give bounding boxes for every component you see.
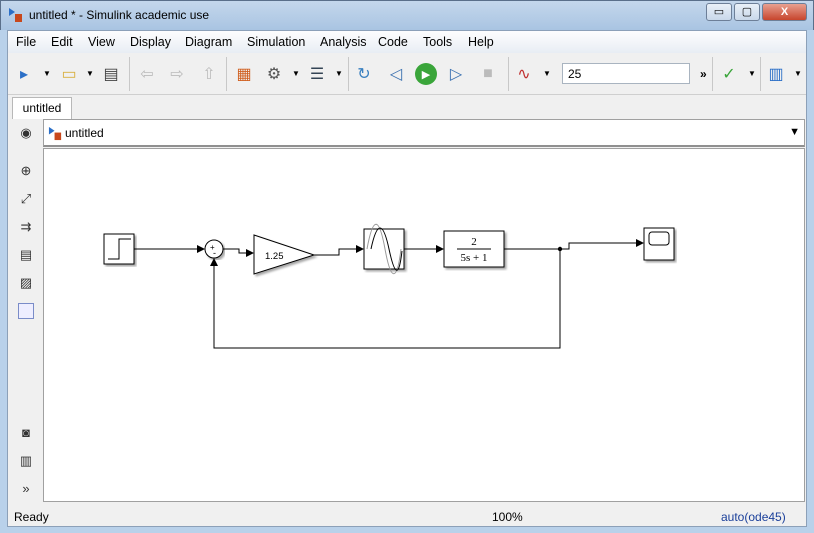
fit-to-view-icon[interactable]: ⤢ (18, 191, 34, 207)
menu-help[interactable]: Help (468, 35, 494, 49)
chevron-down-icon[interactable]: ▼ (86, 69, 94, 78)
back-arrow-icon[interactable]: ⇦ (136, 63, 158, 85)
signal-line (223, 248, 254, 257)
block-diagram: + - 1.25 2 5s + 1 (103, 224, 675, 349)
divider (508, 57, 509, 91)
gain-block: 1.25 (253, 234, 316, 275)
sum-block: + - (204, 239, 224, 259)
chevron-down-icon[interactable]: ▼ (543, 69, 551, 78)
annotation-icon[interactable]: ▤ (18, 247, 34, 263)
chevron-down-icon[interactable]: ▼ (292, 69, 300, 78)
main-window: File Edit View Display Diagram Simulatio… (7, 30, 807, 527)
title-bar: untitled * - Simulink academic use ▭ ▢ X (0, 0, 814, 30)
model-browser-icon[interactable]: ▥ (18, 453, 34, 469)
status-bar: Ready 100% auto(ode45) (8, 505, 806, 527)
forward-arrow-icon[interactable]: ⇨ (166, 63, 188, 85)
palette: ◉ ⊕ ⤢ ⇉ ▤ ▨ ◙ ▥ » (8, 119, 43, 504)
area-icon[interactable] (18, 303, 34, 319)
transfer-fcn-block: 2 5s + 1 (443, 230, 505, 268)
chevron-down-icon[interactable]: ▼ (335, 69, 343, 78)
menu-bar: File Edit View Display Diagram Simulatio… (8, 31, 806, 53)
menu-file[interactable]: File (16, 35, 36, 49)
tf-denominator: 5s + 1 (461, 252, 488, 264)
address-dropdown-icon[interactable]: ▼ (789, 126, 800, 138)
model-explorer-icon[interactable]: ☰ (306, 63, 328, 85)
menu-view[interactable]: View (88, 35, 115, 49)
minimize-button[interactable]: ▭ (706, 3, 732, 21)
gear-icon[interactable]: ⚙ (263, 63, 285, 85)
chevron-down-icon[interactable]: ▼ (748, 69, 756, 78)
update-diagram-icon[interactable]: ↻ (353, 63, 375, 85)
gain-value: 1.25 (265, 251, 284, 262)
stop-time-input[interactable]: 25 (562, 63, 690, 84)
maximize-button[interactable]: ▢ (734, 3, 760, 21)
model-icon (48, 126, 62, 141)
camera-icon[interactable]: ◙ (18, 425, 34, 441)
address-bar[interactable]: untitled ▼ (43, 119, 805, 147)
divider (129, 57, 130, 91)
signal-arrows-icon[interactable]: ⇉ (18, 219, 34, 235)
menu-tools[interactable]: Tools (423, 35, 452, 49)
back-navigation-icon[interactable]: ◉ (18, 125, 34, 141)
model-canvas[interactable]: + - 1.25 2 5s + 1 (43, 148, 805, 502)
zoom-icon[interactable]: ⊕ (18, 163, 34, 179)
close-button[interactable]: X (762, 3, 807, 21)
expand-icon[interactable]: » (18, 481, 34, 497)
tab-untitled[interactable]: untitled (12, 97, 72, 119)
step-back-icon[interactable]: ◁ (385, 63, 407, 85)
signal-line (504, 239, 644, 250)
library-browser-icon[interactable]: ▦ (233, 63, 255, 85)
model-advisor-check-icon[interactable]: ✓ (718, 63, 740, 85)
menu-simulation[interactable]: Simulation (247, 35, 305, 49)
divider (760, 57, 761, 91)
window-title: untitled * - Simulink academic use (29, 8, 210, 22)
open-folder-icon[interactable]: ▭ (58, 63, 80, 85)
menu-code[interactable]: Code (378, 35, 408, 49)
menu-diagram[interactable]: Diagram (185, 35, 232, 49)
new-model-icon[interactable]: ▸ (13, 63, 35, 85)
step-block (103, 233, 135, 265)
image-icon[interactable]: ▨ (18, 275, 34, 291)
address-path: untitled (65, 126, 104, 140)
status-state: Ready (14, 510, 49, 524)
run-button[interactable]: ▶ (415, 63, 437, 85)
scope-block (643, 227, 675, 261)
signal-line (314, 245, 364, 256)
tf-numerator: 2 (471, 236, 477, 248)
toolbar: ▸ ▼ ▭ ▼ ▤ ⇦ ⇨ ⇧ ▦ ⚙ ▼ ☰ ▼ ↻ ◁ ▶ ▷ ■ ∿ ▼ 25 » … (8, 53, 806, 95)
menu-edit[interactable]: Edit (51, 35, 73, 49)
branch-point (557, 246, 563, 252)
data-inspector-icon[interactable]: ∿ (513, 63, 535, 85)
solver-link[interactable]: auto(ode45) (721, 510, 786, 524)
divider (348, 57, 349, 91)
menu-analysis[interactable]: Analysis (320, 35, 367, 49)
menu-display[interactable]: Display (130, 35, 171, 49)
more-toolbar-button[interactable]: » (700, 67, 707, 81)
zoom-level: 100% (492, 510, 523, 524)
divider (226, 57, 227, 91)
sum-minus-sign: - (213, 248, 216, 258)
divider (712, 57, 713, 91)
transport-delay-block (363, 224, 405, 274)
build-icon[interactable]: ▥ (765, 63, 787, 85)
simulink-app-icon (9, 8, 22, 22)
chevron-down-icon[interactable]: ▼ (794, 69, 802, 78)
save-icon[interactable]: ▤ (100, 63, 122, 85)
up-arrow-icon[interactable]: ⇧ (198, 63, 220, 85)
stop-button[interactable]: ■ (477, 63, 499, 85)
chevron-down-icon[interactable]: ▼ (43, 69, 51, 78)
step-forward-icon[interactable]: ▷ (445, 63, 467, 85)
